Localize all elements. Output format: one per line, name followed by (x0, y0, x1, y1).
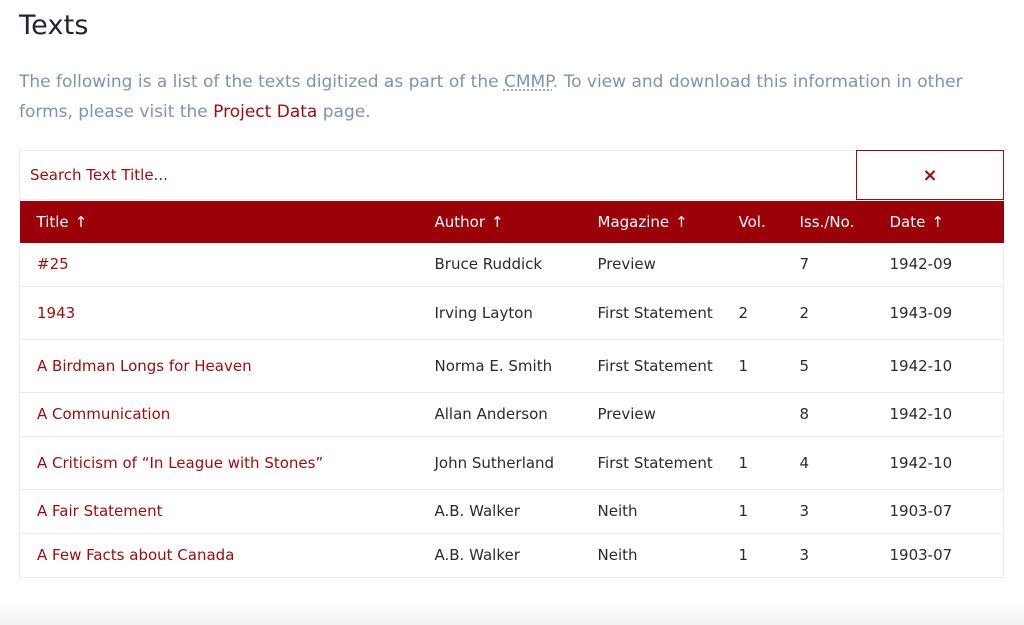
cell-date: 1942-09 (872, 243, 1004, 287)
table-body: #25 Bruce Ruddick Preview 7 1942-09 1943 Irvin… (19, 243, 1004, 578)
column-header-title[interactable]: Title ↑ (19, 201, 418, 243)
column-header-label: Magazine (597, 213, 670, 231)
cell-date: 1942-10 (872, 392, 1004, 437)
cell-date: 1942-10 (872, 436, 1004, 490)
column-header-label: Vol. (738, 213, 766, 231)
cell-magazine: First Statement (580, 286, 722, 340)
text-title-link[interactable]: A Fair Statement (37, 502, 163, 520)
column-header-label: Author (434, 213, 486, 231)
cell-vol (721, 243, 783, 287)
table-row: A Fair Statement A.B. Walker Neith 1 3 1903-0… (19, 489, 1004, 534)
cell-vol: 1 (721, 339, 783, 393)
cell-author: A.B. Walker (417, 533, 581, 578)
cell-date: 1943-09 (872, 286, 1004, 340)
cell-issue: 8 (782, 392, 873, 437)
table-header-row: Title ↑ Author ↑ Magazine ↑ Vol. Iss./No. Date ↑ (19, 201, 1004, 243)
table-row: A Few Facts about Canada A.B. Walker Neith… (19, 533, 1004, 578)
cell-title: A Birdman Longs for Heaven (19, 339, 418, 393)
cell-issue: 3 (782, 533, 873, 578)
column-header-vol[interactable]: Vol. (721, 201, 783, 243)
cell-vol: 2 (721, 286, 783, 340)
table-row: A Birdman Longs for Heaven Norma E. Smith… (19, 339, 1004, 393)
table-row: A Criticism of “In League with Stones” Jo… (19, 436, 1004, 490)
table-row: 1943 Irving Layton First Statement 2 2 1943-0… (19, 286, 1004, 340)
cell-magazine: Neith (580, 533, 722, 578)
page-title: Texts (19, 10, 89, 41)
cell-title: 1943 (19, 286, 418, 340)
table-row: A Communication Allan Anderson Preview 8 194… (19, 392, 1004, 437)
cell-vol: 1 (721, 436, 783, 490)
cell-author: John Sutherland (417, 436, 581, 490)
cell-title: #25 (19, 243, 418, 287)
project-data-link[interactable]: Project Data (213, 102, 317, 122)
cell-magazine: First Statement (580, 339, 722, 393)
column-header-label: Title (36, 213, 69, 231)
scroll-fade (0, 603, 1024, 625)
search-bar: × (19, 150, 1004, 200)
cmmp-abbreviation[interactable]: CMMP (504, 72, 553, 92)
table-row: #25 Bruce Ruddick Preview 7 1942-09 (19, 243, 1004, 287)
cell-author: A.B. Walker (417, 489, 581, 534)
text-title-link[interactable]: A Birdman Longs for Heaven (37, 357, 252, 375)
intro-text-end: page. (317, 102, 371, 122)
close-icon: × (922, 164, 938, 186)
cell-issue: 2 (782, 286, 873, 340)
cell-issue: 7 (782, 243, 873, 287)
text-title-link[interactable]: #25 (37, 255, 69, 273)
column-header-issue[interactable]: Iss./No. (782, 201, 873, 243)
cell-date: 1903-07 (872, 533, 1004, 578)
column-header-label: Iss./No. (799, 213, 855, 231)
cell-magazine: First Statement (580, 436, 722, 490)
cell-title: A Communication (19, 392, 418, 437)
cell-vol (721, 392, 783, 437)
cell-issue: 4 (782, 436, 873, 490)
column-header-magazine[interactable]: Magazine ↑ (580, 201, 722, 243)
sort-arrow-icon: ↑ (74, 213, 88, 231)
cell-date: 1942-10 (872, 339, 1004, 393)
cell-title: A Few Facts about Canada (19, 533, 418, 578)
sort-arrow-icon: ↑ (491, 213, 504, 231)
search-input[interactable] (20, 151, 855, 199)
cell-author: Norma E. Smith (417, 339, 581, 393)
text-title-link[interactable]: A Communication (37, 405, 170, 423)
column-header-date[interactable]: Date ↑ (872, 201, 1004, 243)
sort-arrow-icon: ↑ (675, 213, 688, 231)
column-header-label: Date (889, 213, 926, 231)
texts-table: Title ↑ Author ↑ Magazine ↑ Vol. Iss./No. Date ↑ … (19, 201, 1004, 578)
page: Texts The following is a list of the tex… (0, 0, 1024, 625)
cell-vol: 1 (721, 489, 783, 534)
cell-issue: 5 (782, 339, 873, 393)
cell-issue: 3 (782, 489, 873, 534)
column-header-author[interactable]: Author ↑ (417, 201, 581, 243)
text-title-link[interactable]: 1943 (37, 304, 75, 322)
cell-vol: 1 (721, 533, 783, 578)
cell-date: 1903-07 (872, 489, 1004, 534)
cell-title: A Criticism of “In League with Stones” (19, 436, 418, 490)
intro-paragraph: The following is a list of the texts dig… (19, 67, 1009, 127)
clear-search-button[interactable]: × (856, 150, 1004, 200)
text-title-link[interactable]: A Criticism of “In League with Stones” (37, 454, 323, 472)
text-title-link[interactable]: A Few Facts about Canada (37, 546, 234, 564)
cell-author: Allan Anderson (417, 392, 581, 437)
cell-magazine: Neith (580, 489, 722, 534)
cell-magazine: Preview (580, 392, 722, 437)
cell-author: Irving Layton (417, 286, 581, 340)
cell-magazine: Preview (580, 243, 722, 287)
intro-text-start: The following is a list of the texts dig… (19, 72, 504, 92)
cell-title: A Fair Statement (19, 489, 418, 534)
sort-arrow-icon: ↑ (931, 213, 944, 231)
cell-author: Bruce Ruddick (417, 243, 581, 287)
